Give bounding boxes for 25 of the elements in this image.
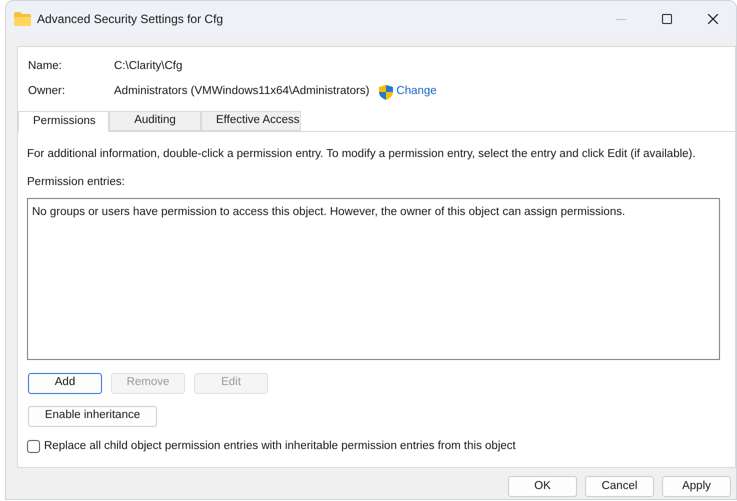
minimize-icon	[616, 18, 626, 20]
dialog-button[interactable]: Apply	[662, 476, 731, 497]
shield-icon	[379, 84, 394, 100]
tab[interactable]: Effective Access	[201, 111, 301, 131]
field-label: Owner:	[28, 84, 66, 100]
action-button[interactable]: Add	[28, 372, 102, 394]
field-label: Name:	[28, 59, 63, 74]
field-value: C:\Clarity\Cfg	[114, 59, 182, 74]
info-text: For additional information, double-click a permission entry. To modify a permission entry, select the entry and click Edit (if available).	[27, 147, 697, 162]
empty-list-message: No groups or users have permission to access this object. However, the owner of this object can assign permissions.	[32, 206, 626, 218]
window-title: Advanced Security Settings for Cfg	[37, 11, 224, 28]
replace-checkbox[interactable]	[27, 440, 40, 453]
tab[interactable]: Auditing	[109, 111, 201, 131]
maximize-icon	[662, 14, 672, 24]
dialog-button[interactable]: Cancel	[585, 476, 654, 497]
tab[interactable]: Permissions	[18, 111, 109, 132]
close-icon	[708, 14, 718, 24]
folder-icon	[14, 12, 31, 26]
permission-entries-label: Permission entries:	[27, 175, 126, 190]
field-value: Administrators (VMWindows11x64\Administrators)	[114, 84, 370, 100]
dialog-button[interactable]: OK	[508, 476, 577, 497]
change-owner-link[interactable]: Change	[396, 83, 437, 101]
permission-list[interactable]: No groups or users have permission to access this object. However, the owner of this object can assign permissions.	[27, 198, 720, 360]
enable-inheritance-button[interactable]: Enable inheritance	[28, 406, 157, 426]
replace-checkbox-label: Replace all child object permission entries with inheritable permission entries from this object	[44, 438, 516, 454]
